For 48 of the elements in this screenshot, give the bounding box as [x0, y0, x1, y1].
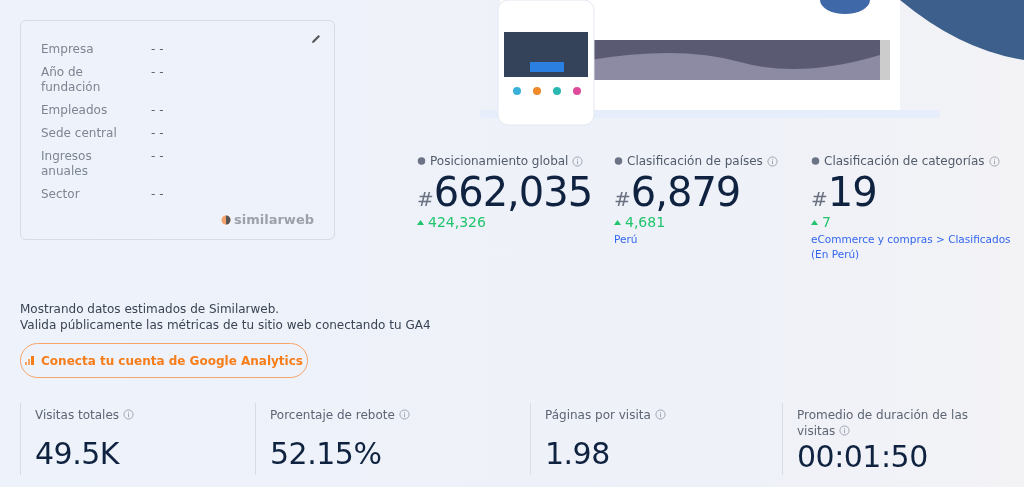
- ranking-title: Clasificación de categorías: [824, 154, 985, 168]
- up-triangle-icon: [614, 219, 621, 225]
- rank-value: 662,035: [433, 170, 593, 214]
- info-icon[interactable]: [572, 155, 584, 167]
- metric-label: Páginas por visita: [545, 407, 720, 423]
- info-icon[interactable]: [766, 155, 778, 167]
- rank-change: 424,326: [428, 214, 486, 230]
- metric-value: 1.98: [545, 436, 611, 471]
- up-triangle-icon: [417, 219, 424, 225]
- field-label: Ingresos anuales: [41, 149, 93, 179]
- metric-value: 52.15%: [270, 436, 383, 471]
- field-value: - -: [151, 149, 165, 164]
- ranking-title: Clasificación de países: [627, 154, 763, 168]
- info-icon[interactable]: [123, 409, 135, 420]
- field-label: Sede central: [41, 126, 118, 141]
- metric-value: 49.5K: [35, 436, 121, 471]
- field-label: Empresa: [41, 42, 95, 57]
- metric-label: Promedio de duración de las visitas: [797, 407, 969, 439]
- notice-text: Valida públicamente las métricas de tu sitio web conectando tu GA4: [20, 317, 432, 333]
- brand-name: similarweb: [234, 212, 314, 227]
- rank-change: 7: [822, 214, 831, 230]
- info-icon[interactable]: [654, 409, 666, 420]
- rank-value: 6,879: [630, 170, 741, 214]
- bar-chart-icon: [25, 356, 36, 365]
- field-label: Empleados: [41, 103, 109, 118]
- metric-value: 00:01:50: [797, 439, 929, 474]
- rank-change: 4,681: [625, 214, 666, 230]
- category-link[interactable]: eCommerce y compras > Clasificados (En Perú): [811, 232, 1011, 262]
- notice-text: Mostrando datos estimados de Similarweb.: [20, 301, 281, 317]
- metric-label: Porcentaje de rebote: [270, 407, 445, 423]
- hash-sign: #: [811, 187, 828, 211]
- up-triangle-icon: [811, 219, 818, 225]
- field-label: Sector: [41, 187, 81, 202]
- info-icon[interactable]: [988, 155, 1000, 167]
- field-label: Año de fundación: [41, 65, 102, 95]
- ranking-title: Posicionamiento global: [430, 154, 569, 168]
- metric-label: Visitas totales: [35, 407, 210, 423]
- info-icon[interactable]: [839, 425, 851, 436]
- field-value: - -: [151, 187, 165, 202]
- field-value: - -: [151, 65, 165, 80]
- hash-sign: #: [614, 187, 631, 211]
- hash-sign: #: [417, 187, 434, 211]
- rank-value: 19: [827, 170, 877, 214]
- field-value: - -: [151, 103, 165, 118]
- field-value: - -: [151, 126, 165, 141]
- field-value: - -: [151, 42, 165, 57]
- info-icon[interactable]: [398, 409, 410, 420]
- edit-icon[interactable]: [310, 33, 322, 45]
